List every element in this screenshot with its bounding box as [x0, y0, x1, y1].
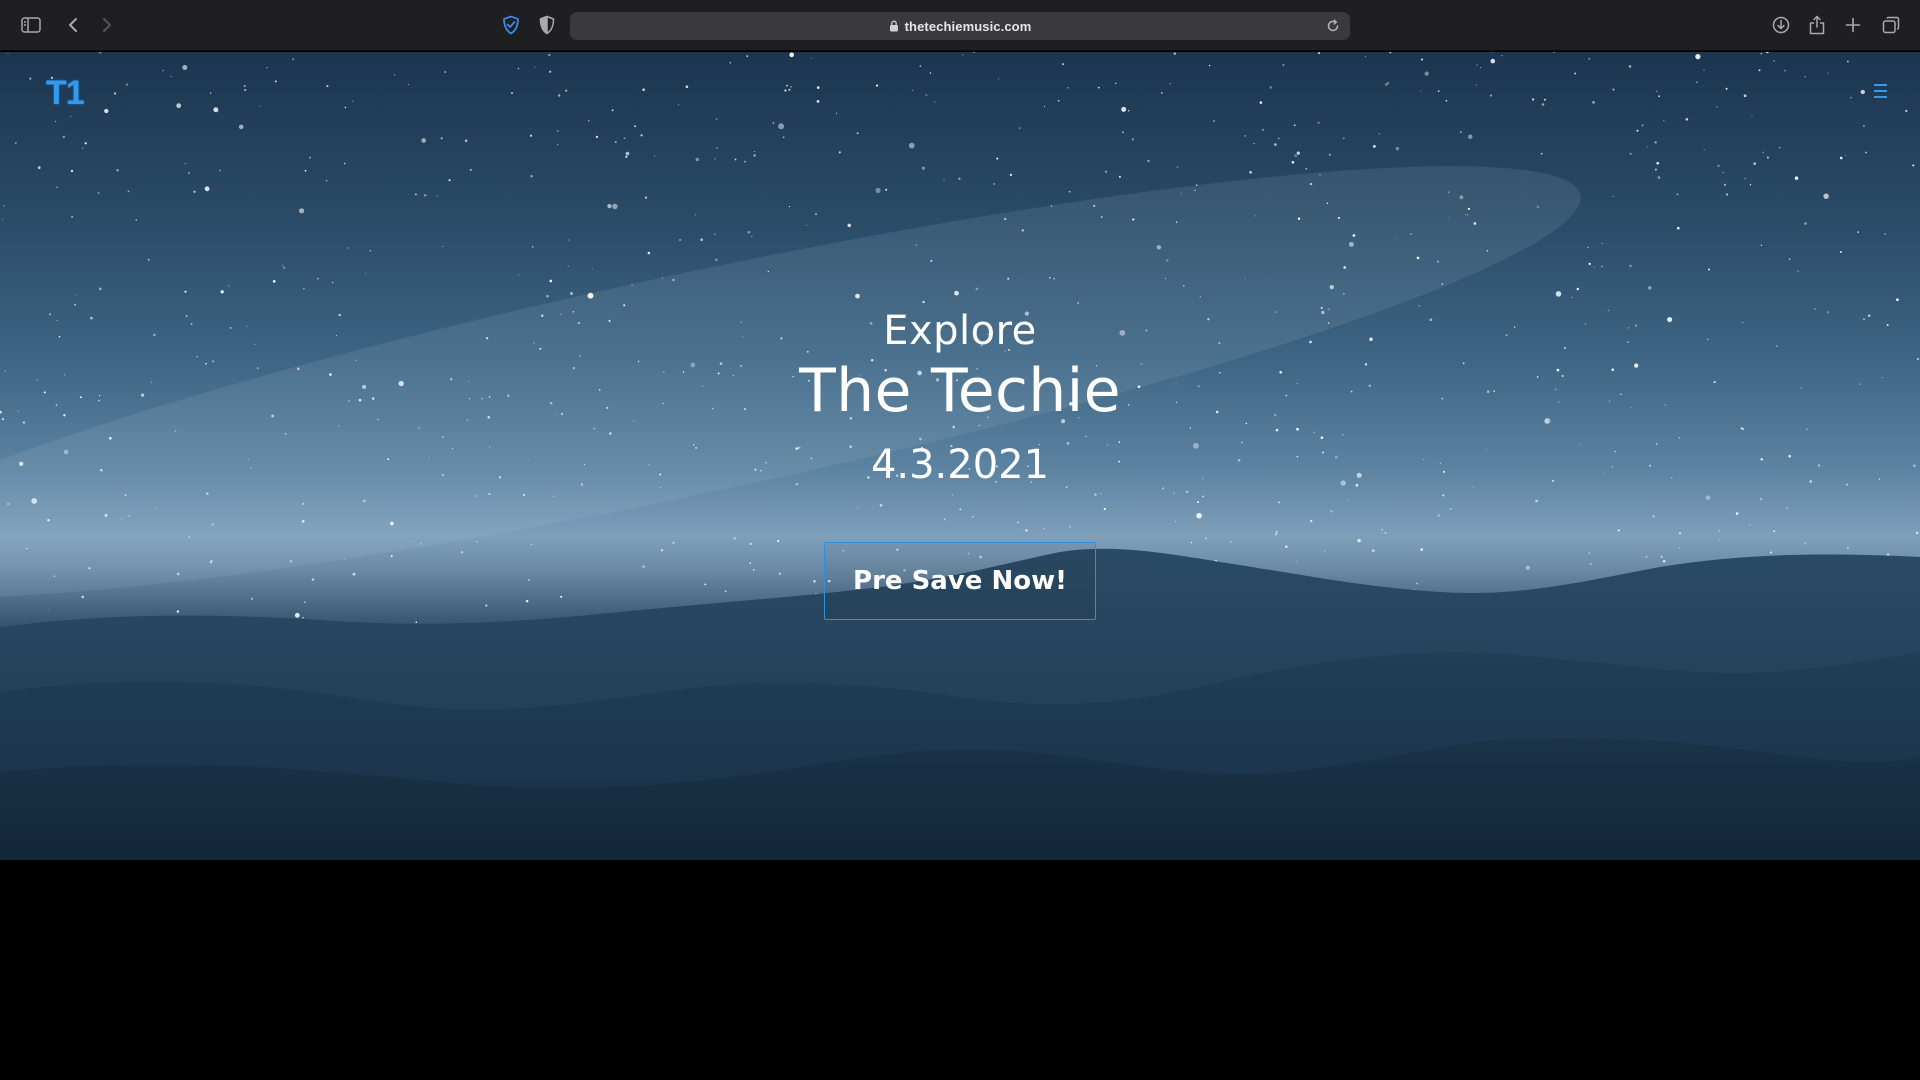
- hero-title: The Techie: [799, 356, 1121, 426]
- blank-page-area: [0, 860, 1920, 1080]
- download-icon[interactable]: [1768, 12, 1794, 38]
- chevron-right-icon[interactable]: [94, 12, 120, 38]
- shield-check-icon[interactable]: [498, 12, 524, 38]
- half-shield-icon[interactable]: [534, 12, 560, 38]
- tab-overview-icon[interactable]: [1878, 12, 1904, 38]
- lock-icon: [889, 20, 899, 32]
- address-bar[interactable]: thetechiemusic.com: [570, 12, 1350, 40]
- site-logo[interactable]: T1: [46, 74, 85, 113]
- pre-save-button[interactable]: Pre Save Now!: [824, 542, 1096, 620]
- hero-eyebrow: Explore: [883, 308, 1037, 354]
- hamburger-icon[interactable]: [1874, 84, 1890, 98]
- release-date: 4.3.2021: [870, 442, 1050, 488]
- reload-icon[interactable]: [1324, 17, 1342, 35]
- chevron-left-icon[interactable]: [60, 12, 86, 38]
- url-text: thetechiemusic.com: [904, 18, 1032, 34]
- browser-toolbar: thetechiemusic.com: [0, 0, 1920, 51]
- sidebar-icon[interactable]: [18, 12, 44, 38]
- plus-icon[interactable]: [1840, 12, 1866, 38]
- hero-section: T1 Explore The Techie 4.3.2021 Pre Save …: [0, 52, 1920, 860]
- share-icon[interactable]: [1804, 12, 1830, 38]
